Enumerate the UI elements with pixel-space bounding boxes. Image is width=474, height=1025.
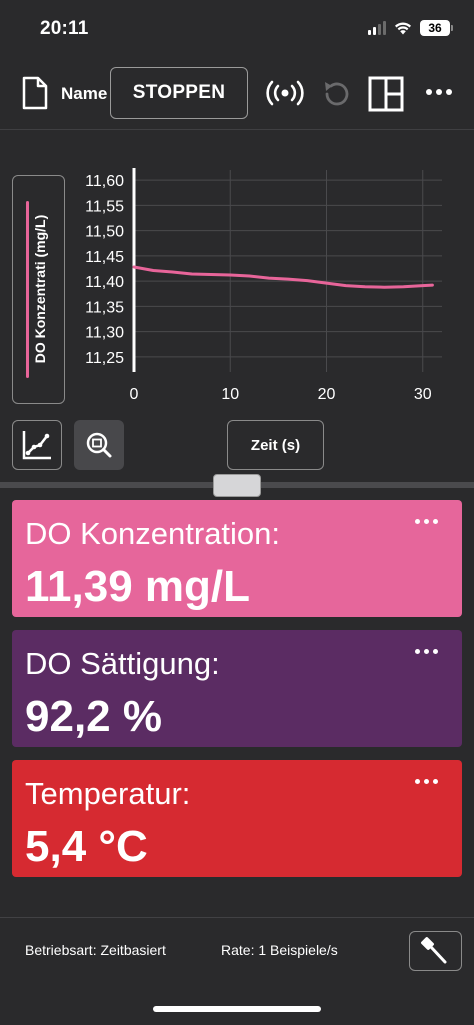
meter-do-saturation[interactable]: DO Sättigung: 92,2 %: [12, 630, 462, 747]
experiment-name[interactable]: Name: [61, 84, 107, 104]
home-indicator: [153, 1006, 321, 1012]
toolbar-divider: [0, 129, 474, 130]
y-tick-label: 11,60: [85, 173, 124, 190]
meter-label: DO Sättigung:: [25, 646, 220, 681]
status-icons: 36: [368, 20, 453, 36]
battery-icon: 36: [420, 20, 453, 36]
y-tick-label: 11,45: [85, 249, 124, 266]
meter-value: 11,39 mg/L: [25, 562, 251, 611]
graph-options-icon: [22, 430, 51, 459]
y-axis-label: DO Konzentrati (mg/L): [32, 214, 48, 364]
layout-icon[interactable]: [368, 76, 404, 112]
more-icon[interactable]: [425, 88, 453, 96]
y-tick-label: 11,35: [85, 299, 124, 316]
y-tick-label: 11,25: [85, 350, 124, 367]
series-color-swatch: [26, 201, 29, 378]
x-tick-label: 30: [414, 386, 432, 403]
y-tick-label: 11,55: [85, 198, 124, 215]
series-line: [132, 265, 434, 289]
more-icon[interactable]: [415, 519, 438, 524]
x-tick-label: 10: [221, 386, 239, 403]
stop-button[interactable]: STOPPEN: [110, 67, 248, 119]
status-time: 20:11: [40, 18, 89, 39]
x-tick-label: 20: [318, 386, 336, 403]
y-tick-label: 11,50: [85, 224, 124, 241]
meter-value: 5,4 °C: [25, 822, 148, 871]
footer-divider: [0, 917, 474, 918]
line-chart[interactable]: 11,60 11,55 11,50 11,45 11,40 11,35 11,30 11,25…: [70, 160, 450, 410]
meter-label: Temperatur:: [25, 776, 191, 811]
sample-rate[interactable]: Rate: 1 Beispiele/s: [221, 942, 338, 958]
splitter-handle[interactable]: [213, 474, 261, 497]
x-tick-label: 0: [130, 386, 139, 403]
document-icon[interactable]: [22, 76, 48, 110]
meter-do-concentration[interactable]: DO Konzentration: 11,39 mg/L: [12, 500, 462, 617]
zoom-icon: [86, 432, 112, 458]
zoom-button[interactable]: [74, 420, 124, 470]
y-tick-label: 11,30: [85, 325, 124, 342]
collection-mode[interactable]: Betriebsart: Zeitbasiert: [25, 942, 166, 958]
y-tick-label: 11,40: [85, 274, 124, 291]
tool-icon: [421, 937, 447, 964]
undo-icon[interactable]: [322, 78, 352, 108]
meter-temperature[interactable]: Temperatur: 5,4 °C: [12, 760, 462, 877]
status-bar: 20:11 36: [0, 0, 474, 58]
cellular-signal-icon: [368, 21, 386, 35]
graph-options-button[interactable]: [12, 420, 62, 470]
more-icon[interactable]: [415, 779, 438, 784]
toolbar: Name STOPPEN: [0, 62, 474, 126]
tool-button[interactable]: [409, 931, 462, 971]
broadcast-icon[interactable]: [266, 80, 304, 106]
more-icon[interactable]: [415, 649, 438, 654]
wifi-icon: [395, 22, 411, 35]
y-axis-selector[interactable]: DO Konzentrati (mg/L): [12, 175, 65, 404]
meter-label: DO Konzentration:: [25, 516, 281, 551]
meter-value: 92,2 %: [25, 692, 162, 741]
x-axis-selector[interactable]: Zeit (s): [227, 420, 324, 470]
